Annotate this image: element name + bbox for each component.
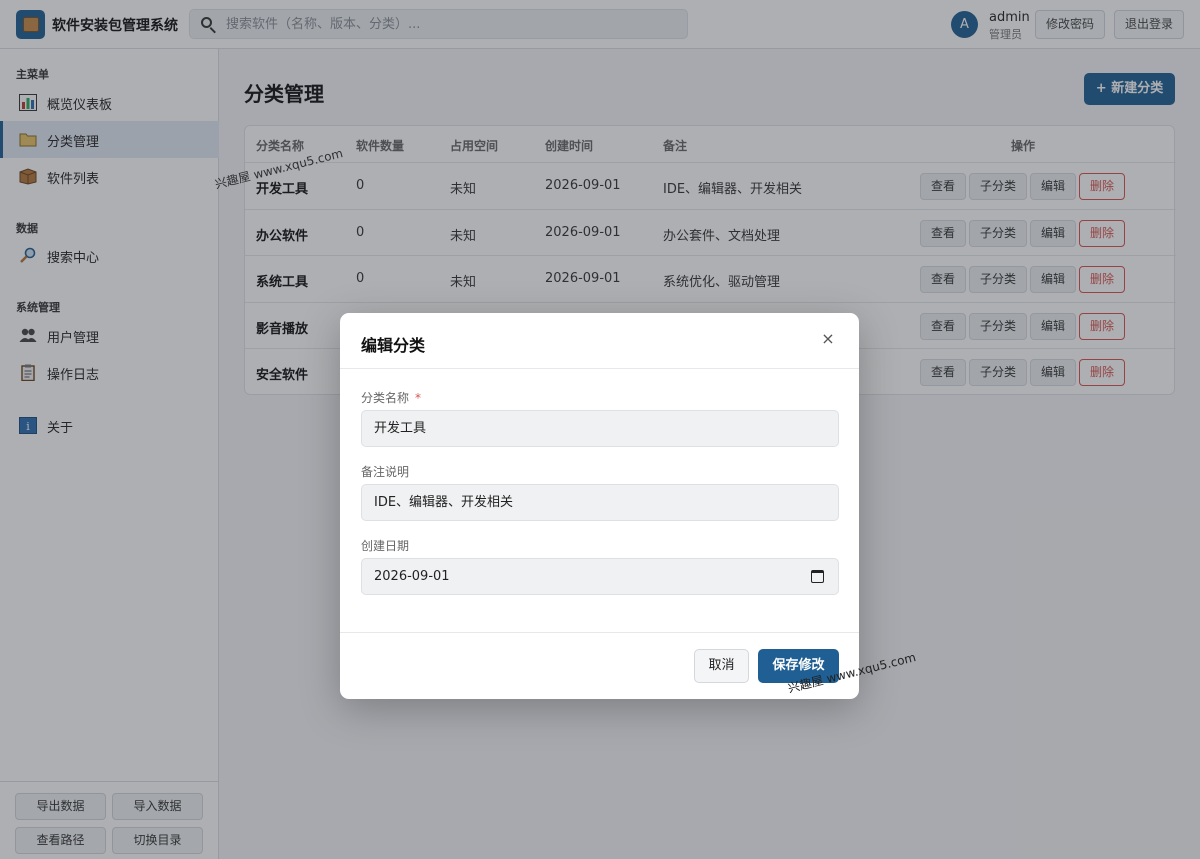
edit-category-dialog: 编辑分类 × 分类名称 * 开发工具 备注说明 IDE、编辑器、开发相关 创建日期… xyxy=(340,313,859,699)
note-label: 备注说明 xyxy=(361,465,410,479)
dialog-divider xyxy=(340,368,859,369)
close-icon[interactable]: × xyxy=(819,329,837,349)
created-date-label: 创建日期 xyxy=(361,539,410,553)
category-name-label: 分类名称 * xyxy=(361,391,422,405)
note-field[interactable]: IDE、编辑器、开发相关 xyxy=(361,484,839,521)
dialog-title: 编辑分类 xyxy=(361,336,426,355)
calendar-icon[interactable] xyxy=(811,570,824,583)
category-name-field[interactable]: 开发工具 xyxy=(361,410,839,447)
date-value: 2026-09-01 xyxy=(374,569,450,584)
dialog-divider xyxy=(340,632,859,633)
cancel-button[interactable]: 取消 xyxy=(694,649,749,683)
created-date-field[interactable]: 2026-09-01 xyxy=(361,558,839,595)
required-mark: * xyxy=(415,391,422,405)
